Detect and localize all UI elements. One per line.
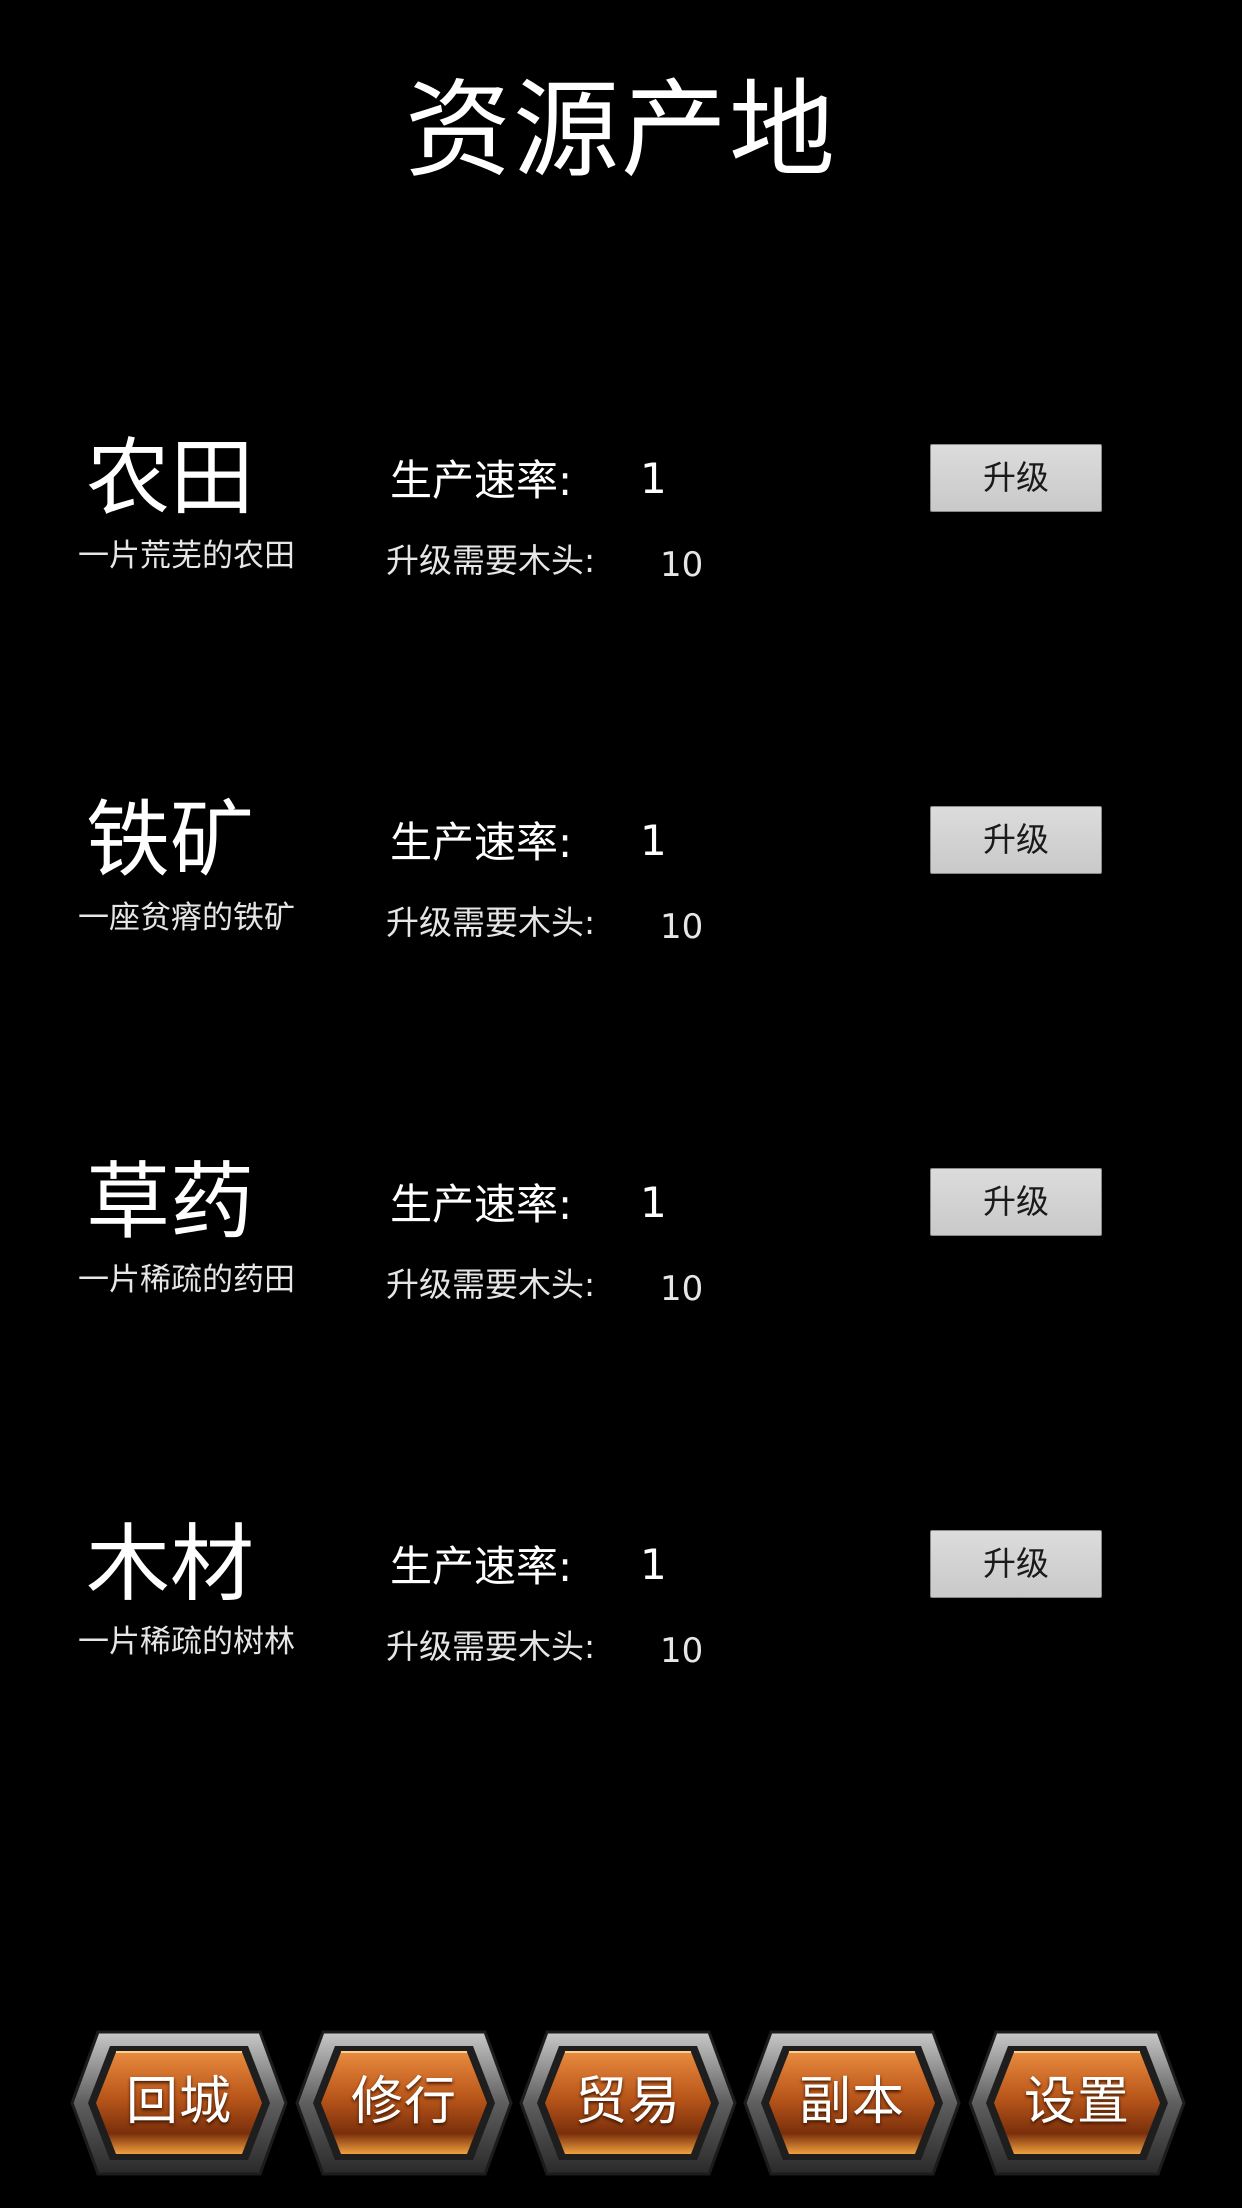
production-rate-value: 1 [640, 1178, 667, 1227]
resource-description: 一片稀疏的药田 [78, 1262, 295, 1298]
production-rate-value: 1 [640, 816, 667, 865]
upgrade-cost-value: 10 [660, 545, 704, 585]
bottom-nav-bar: 回城 修行 贸易 副本 设置 [70, 2028, 1190, 2178]
production-rate-label: 生产速率: [390, 1180, 573, 1229]
upgrade-button[interactable]: 升级 [930, 1530, 1102, 1598]
nav-button-settings[interactable]: 设置 [968, 2028, 1186, 2178]
resource-row-farmland: 农田 一片荒芜的农田 生产速率: 1 升级需要木头: 10 升级 [0, 428, 1242, 628]
production-rate-label: 生产速率: [390, 818, 573, 867]
upgrade-button[interactable]: 升级 [930, 444, 1102, 512]
resource-row-iron-mine: 铁矿 一座贫瘠的铁矿 生产速率: 1 升级需要木头: 10 升级 [0, 790, 1242, 990]
resource-name: 铁矿 [86, 791, 255, 889]
nav-label: 设置 [1023, 2072, 1130, 2132]
production-rate-label: 生产速率: [390, 1542, 573, 1591]
resource-row-timber: 木材 一片稀疏的树林 生产速率: 1 升级需要木头: 10 升级 [0, 1514, 1242, 1714]
nav-label: 修行 [350, 2072, 457, 2132]
production-rate-value: 1 [640, 1540, 667, 1589]
upgrade-cost-value: 10 [660, 1269, 704, 1309]
resource-name: 农田 [86, 429, 255, 527]
resource-row-herbs: 草药 一片稀疏的药田 生产速率: 1 升级需要木头: 10 升级 [0, 1152, 1242, 1352]
upgrade-cost-label: 升级需要木头: [386, 1627, 596, 1666]
upgrade-cost-label: 升级需要木头: [386, 903, 596, 942]
upgrade-button[interactable]: 升级 [930, 1168, 1102, 1236]
nav-button-dungeon[interactable]: 副本 [743, 2028, 961, 2178]
upgrade-button[interactable]: 升级 [930, 806, 1102, 874]
upgrade-cost-value: 10 [660, 1631, 704, 1671]
nav-label: 副本 [798, 2072, 905, 2132]
nav-label: 回城 [125, 2072, 232, 2132]
nav-label: 贸易 [574, 2072, 681, 2132]
nav-button-trade[interactable]: 贸易 [519, 2028, 737, 2178]
page-title: 资源产地 [405, 69, 837, 192]
resource-name: 草药 [86, 1153, 255, 1251]
resource-description: 一片稀疏的树林 [78, 1624, 295, 1660]
resource-name: 木材 [86, 1515, 255, 1613]
upgrade-cost-label: 升级需要木头: [386, 1265, 596, 1304]
resource-description: 一片荒芜的农田 [78, 538, 295, 574]
production-rate-value: 1 [640, 454, 667, 503]
upgrade-cost-label: 升级需要木头: [386, 541, 596, 580]
resource-description: 一座贫瘠的铁矿 [78, 900, 295, 936]
nav-button-cultivate[interactable]: 修行 [295, 2028, 513, 2178]
production-rate-label: 生产速率: [390, 456, 573, 505]
upgrade-cost-value: 10 [660, 907, 704, 947]
nav-button-return-city[interactable]: 回城 [70, 2028, 288, 2178]
